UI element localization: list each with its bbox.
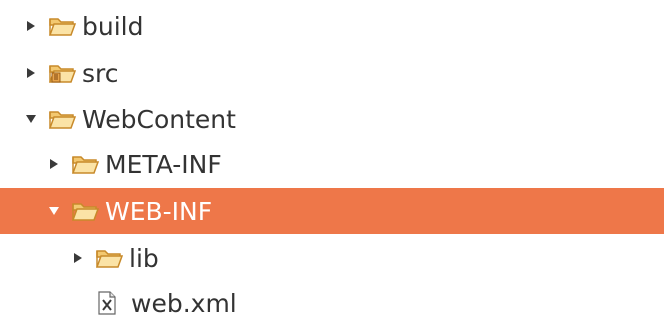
tree-item-label: META-INF [105, 149, 222, 179]
tree-item-label: WEB-INF [105, 196, 213, 226]
tree-item-label: build [82, 11, 144, 41]
collapse-arrow-icon[interactable] [47, 204, 61, 218]
xml-file-icon [95, 291, 119, 315]
tree-item-web-xml[interactable]: web.xml [0, 281, 664, 316]
tree-item-web-inf[interactable]: WEB-INF [0, 188, 664, 234]
tree-item-label: lib [129, 243, 159, 273]
folder-icon [95, 247, 123, 269]
expand-arrow-icon[interactable] [24, 19, 38, 33]
folder-open-icon [48, 108, 76, 130]
expand-arrow-icon[interactable] [24, 66, 38, 80]
tree-item-lib[interactable]: lib [0, 236, 664, 280]
expand-arrow-icon[interactable] [47, 157, 61, 171]
expand-arrow-icon[interactable] [71, 251, 85, 265]
tree-item-build[interactable]: build [0, 4, 664, 48]
tree-item-webcontent[interactable]: WebContent [0, 97, 664, 141]
collapse-arrow-icon[interactable] [24, 112, 38, 126]
tree-item-meta-inf[interactable]: META-INF [0, 142, 664, 186]
folder-icon [48, 15, 76, 37]
project-explorer-tree: build src WebContent META-INF WEB-INF li… [0, 0, 664, 316]
tree-item-label: web.xml [131, 288, 237, 316]
folder-open-icon [71, 200, 99, 222]
tree-item-label: src [82, 58, 119, 88]
folder-icon [71, 153, 99, 175]
tree-item-label: WebContent [82, 104, 236, 134]
tree-item-src[interactable]: src [0, 51, 664, 95]
source-folder-icon [48, 62, 76, 84]
